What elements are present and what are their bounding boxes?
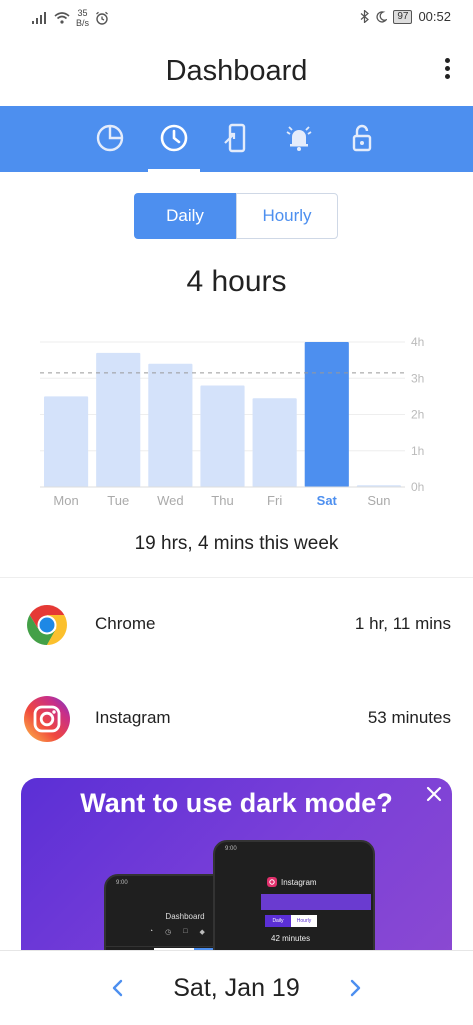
mock-daily-button: Daily (265, 915, 291, 927)
hourly-button[interactable]: Hourly (236, 193, 338, 239)
y-tick-label: 2h (411, 408, 424, 422)
app-name: Chrome (95, 614, 156, 633)
moon-icon (376, 10, 388, 23)
alarm-icon (96, 11, 108, 25)
network-speed-unit: B/s (76, 18, 90, 28)
instagram-icon (24, 696, 70, 742)
page-title: Dashboard (165, 55, 308, 87)
tab-lock[interactable] (344, 120, 380, 156)
mock-time: 9:00 (116, 880, 128, 886)
close-icon[interactable] (424, 784, 444, 804)
mock-phone-front: 9:00 Instagram Daily Hourly 42 minutes (213, 840, 375, 953)
mock-app-name: Instagram (281, 878, 317, 887)
app-row-instagram[interactable]: Instagram 53 minutes (0, 684, 473, 754)
x-tick-label: Wed (157, 493, 184, 508)
view-toggle: Daily Hourly (134, 193, 339, 239)
x-tick-label: Sun (367, 493, 390, 508)
signal-icon (32, 12, 46, 24)
network-speed: 35 B/s (76, 8, 89, 28)
x-tick-label: Sat (317, 493, 338, 508)
current-date: Sat, Jan 19 (173, 974, 300, 1002)
active-tab-indicator (148, 169, 200, 172)
bar-tue (96, 352, 141, 487)
mock-tab-bar (261, 894, 371, 910)
mock-hourly-button: Hourly (291, 915, 317, 927)
tab-unlocks[interactable] (218, 120, 254, 156)
unlock-icon (352, 124, 372, 152)
bar-thu (200, 385, 245, 487)
dark-mode-promo[interactable]: Want to use dark mode? 9:00 Dashboard ◔ ◷… (21, 778, 452, 953)
y-tick-label: 0h (411, 480, 424, 494)
mock-usage-value: 42 minutes (271, 934, 311, 943)
clock-icon (160, 124, 188, 152)
app-bar: Dashboard (0, 34, 473, 106)
y-tick-label: 4h (411, 335, 424, 349)
battery-level: 97 (393, 9, 413, 24)
tab-usage-pie[interactable] (92, 120, 128, 156)
y-tick-label: 3h (411, 371, 424, 385)
mock-time: 9:00 (225, 846, 237, 852)
bar-mon (44, 396, 89, 487)
weekly-usage-chart: 0h 1h 2h 3h 4h Mon Tue Wed Thu Fri Sat Sun (40, 335, 424, 508)
app-usage-time: 53 minutes (367, 708, 451, 727)
network-speed-value: 35 (77, 8, 88, 18)
chevron-right-icon[interactable] (345, 977, 365, 999)
chrome-icon (27, 605, 67, 645)
y-tick-label: 1h (411, 444, 424, 458)
wifi-icon (54, 12, 70, 24)
more-options-icon[interactable] (443, 58, 451, 82)
today-total: 4 hours (186, 265, 287, 298)
clock-time: 00:52 (418, 9, 451, 24)
mock-instagram-icon (267, 877, 277, 887)
week-total: 19 hrs, 4 mins this week (134, 533, 339, 554)
promo-title: Want to use dark mode? (80, 788, 393, 818)
app-usage-time: 1 hr, 11 mins (354, 614, 451, 633)
bar-sat (304, 342, 349, 487)
bar-fri (252, 398, 297, 487)
x-tick-label: Tue (107, 493, 129, 508)
tab-timeline[interactable] (156, 120, 192, 156)
x-tick-label: Thu (211, 493, 233, 508)
tab-bar (0, 106, 473, 172)
x-tick-label: Mon (53, 493, 78, 508)
divider (0, 577, 473, 578)
app-name: Instagram (95, 708, 171, 727)
app-row-chrome[interactable]: Chrome 1 hr, 11 mins (0, 590, 473, 660)
x-tick-label: Fri (267, 493, 282, 508)
bluetooth-icon (360, 10, 370, 23)
status-bar: 35 B/s 97 00:52 (0, 0, 473, 34)
bell-icon (286, 126, 312, 151)
phone-unlock-icon (224, 123, 246, 153)
tab-notifications[interactable] (281, 120, 317, 156)
daily-button[interactable]: Daily (134, 193, 236, 239)
pie-chart-icon (96, 124, 124, 152)
date-navigator: Sat, Jan 19 (0, 950, 473, 1025)
bar-wed (148, 363, 193, 487)
